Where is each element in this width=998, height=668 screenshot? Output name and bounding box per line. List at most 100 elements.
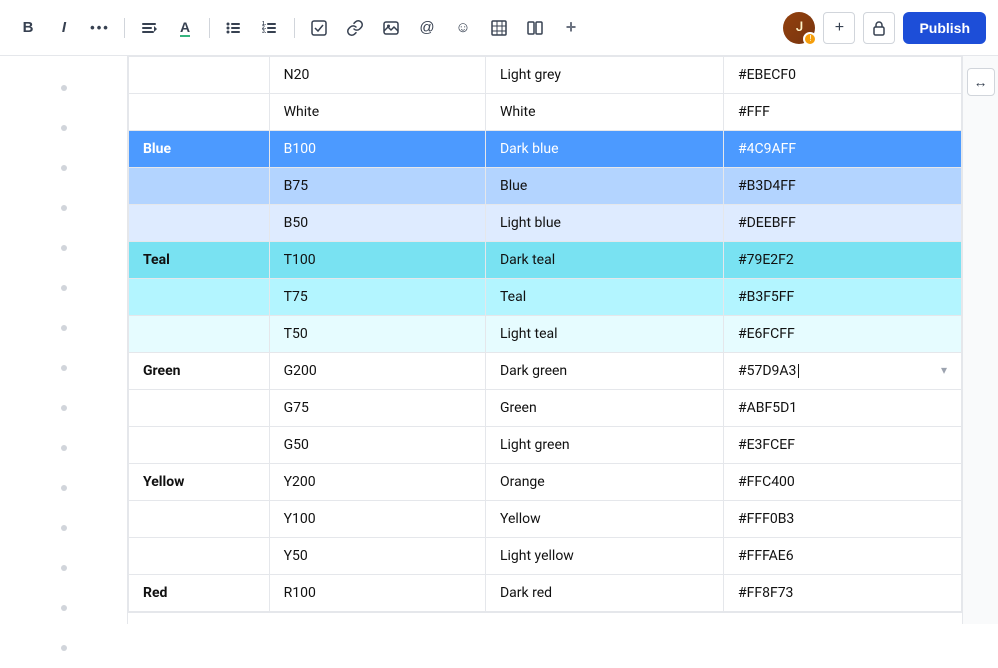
code-cell[interactable]: T100 — [269, 242, 485, 279]
code-cell[interactable]: Y100 — [269, 501, 485, 538]
table-row: Yellow Y200 Orange #FFC400 — [129, 464, 962, 501]
table-row: Y50 Light yellow #FFFAE6 — [129, 538, 962, 575]
code-cell[interactable]: B75 — [269, 168, 485, 205]
code-cell[interactable]: Y50 — [269, 538, 485, 575]
name-cell: Dark blue — [485, 131, 723, 168]
bullet-list-icon — [226, 20, 242, 36]
hex-cell[interactable]: #4C9AFF — [723, 131, 961, 168]
hex-cell[interactable]: #FFF0B3 — [723, 501, 961, 538]
name-cell: Light teal — [485, 316, 723, 353]
name-cell: Light yellow — [485, 538, 723, 575]
table-row: Teal T100 Dark teal #79E2F2 — [129, 242, 962, 279]
table-row: White White #FFF — [129, 94, 962, 131]
at-button[interactable]: @ — [411, 12, 443, 44]
row-indicator — [0, 508, 127, 548]
image-button[interactable] — [375, 12, 407, 44]
table-button[interactable] — [483, 12, 515, 44]
hex-cell[interactable]: #B3D4FF — [723, 168, 961, 205]
chevron-down-icon[interactable]: ▾ — [941, 363, 947, 377]
image-icon — [383, 20, 399, 36]
table-row: T50 Light teal #E6FCFF — [129, 316, 962, 353]
link-icon — [347, 20, 363, 36]
name-cell: Teal — [485, 279, 723, 316]
hex-cell[interactable]: #E3FCEF — [723, 427, 961, 464]
row-indicator — [0, 588, 127, 628]
expand-table-button[interactable]: ↔ — [967, 68, 995, 96]
row-indicator — [0, 188, 127, 228]
italic-button[interactable]: I — [48, 12, 80, 44]
link-button[interactable] — [339, 12, 371, 44]
separator-2 — [209, 18, 210, 38]
hex-cell[interactable]: #FF8F73 — [723, 575, 961, 612]
table-row: G50 Light green #E3FCEF — [129, 427, 962, 464]
table-row: B50 Light blue #DEEBFF — [129, 205, 962, 242]
row-indicator — [0, 68, 127, 108]
hex-cell[interactable]: #E6FCFF — [723, 316, 961, 353]
category-cell: Red — [129, 575, 270, 612]
numbered-list-icon: 1. 2. 3. — [262, 20, 278, 36]
checkbox-icon — [311, 20, 327, 36]
hex-cell[interactable]: #57D9A3 ▾ — [723, 353, 961, 390]
code-cell[interactable]: G75 — [269, 390, 485, 427]
hex-cell[interactable]: #FFFAE6 — [723, 538, 961, 575]
checkbox-button[interactable] — [303, 12, 335, 44]
layout-button[interactable] — [519, 12, 551, 44]
toolbar-left: B I ••• A — [12, 12, 777, 44]
code-cell[interactable]: White — [269, 94, 485, 131]
category-cell — [129, 168, 270, 205]
name-cell: Orange — [485, 464, 723, 501]
plus-button[interactable]: + — [555, 12, 587, 44]
align-button[interactable] — [133, 12, 165, 44]
code-cell[interactable]: Y200 — [269, 464, 485, 501]
category-cell — [129, 57, 270, 94]
code-cell[interactable]: G200 — [269, 353, 485, 390]
hex-cell[interactable]: #FFC400 — [723, 464, 961, 501]
code-cell[interactable]: T50 — [269, 316, 485, 353]
code-cell[interactable]: G50 — [269, 427, 485, 464]
category-cell — [129, 94, 270, 131]
table-row: T75 Teal #B3F5FF — [129, 279, 962, 316]
table-row: Green G200 Dark green #57D9A3 ▾ — [129, 353, 962, 390]
text-color-button[interactable]: A — [169, 12, 201, 44]
code-cell[interactable]: R100 — [269, 575, 485, 612]
category-cell — [129, 390, 270, 427]
hex-cell[interactable]: #ABF5D1 — [723, 390, 961, 427]
code-cell[interactable]: N20 — [269, 57, 485, 94]
more-button[interactable]: ••• — [84, 12, 116, 44]
avatar-badge: ! — [803, 32, 817, 46]
code-cell[interactable]: B100 — [269, 131, 485, 168]
row-indicator — [0, 348, 127, 388]
numbered-list-button[interactable]: 1. 2. 3. — [254, 12, 286, 44]
bullet-list-button[interactable] — [218, 12, 250, 44]
row-indicator — [0, 148, 127, 188]
lock-button[interactable] — [863, 12, 895, 44]
category-cell — [129, 501, 270, 538]
code-cell[interactable]: T75 — [269, 279, 485, 316]
name-cell: White — [485, 94, 723, 131]
bold-button[interactable]: B — [12, 12, 44, 44]
category-cell — [129, 279, 270, 316]
lock-icon — [871, 20, 887, 36]
category-cell: Teal — [129, 242, 270, 279]
code-cell[interactable]: B50 — [269, 205, 485, 242]
publish-button[interactable]: Publish — [903, 12, 986, 44]
delete-table-button[interactable] — [247, 619, 275, 624]
avatar-wrapper[interactable]: J ! — [783, 12, 815, 44]
hex-cell[interactable]: #EBECF0 — [723, 57, 961, 94]
text-color-icon: A — [180, 19, 190, 37]
add-collaborator-button[interactable]: + — [823, 12, 855, 44]
category-cell — [129, 427, 270, 464]
emoji-button[interactable]: ☺ — [447, 12, 479, 44]
hex-cell[interactable]: #DEEBFF — [723, 205, 961, 242]
hex-cell[interactable]: #79E2F2 — [723, 242, 961, 279]
separator-1 — [124, 18, 125, 38]
table-area: N20 Light grey #EBECF0 White White #FFF … — [128, 56, 962, 624]
toolbar-right: J ! + Publish — [783, 12, 986, 44]
hex-cell[interactable]: #B3F5FF — [723, 279, 961, 316]
left-gutter — [0, 56, 128, 624]
table-row: Red R100 Dark red #FF8F73 — [129, 575, 962, 612]
hex-cell[interactable]: #FFF — [723, 94, 961, 131]
toolbar: B I ••• A — [0, 0, 998, 56]
name-cell: Green — [485, 390, 723, 427]
table-icon — [491, 20, 507, 36]
